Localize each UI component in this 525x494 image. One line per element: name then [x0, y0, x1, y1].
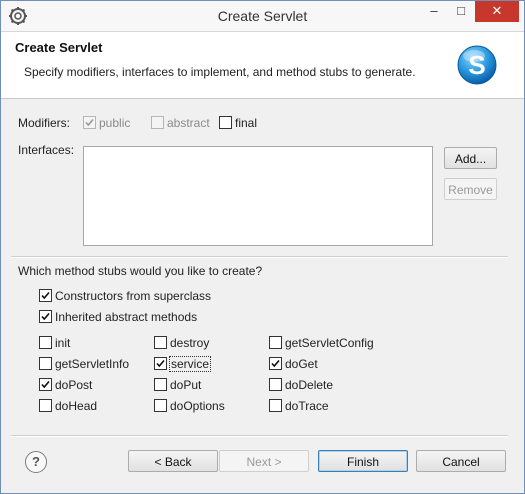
public-checkbox[interactable]: [83, 116, 96, 129]
doget-label: doGet: [285, 357, 318, 371]
final-label: final: [235, 116, 258, 130]
checkmark-icon: [41, 312, 50, 321]
service-checkbox[interactable]: [154, 357, 167, 370]
checkmark-icon: [85, 118, 94, 127]
dodelete-checkbox[interactable]: [269, 378, 282, 391]
abstract-checkbox[interactable]: [151, 116, 164, 129]
dotrace-label: doTrace: [285, 399, 329, 413]
checkmark-icon: [156, 359, 165, 368]
interfaces-list[interactable]: [83, 146, 433, 246]
dotrace-checkbox[interactable]: [269, 399, 282, 412]
title-bar: Create Servlet – □ ✕: [1, 1, 524, 32]
public-label: public: [99, 116, 131, 130]
doput-label: doPut: [170, 378, 202, 392]
constructors-checkbox[interactable]: [39, 289, 52, 302]
doget-checkbox[interactable]: [269, 357, 282, 370]
servlet-logo-icon: S: [457, 45, 497, 85]
finish-button[interactable]: Finish: [318, 450, 408, 472]
doput-checkbox[interactable]: [154, 378, 167, 391]
create-servlet-dialog: Create Servlet – □ ✕ Create Servlet Spec…: [0, 0, 525, 494]
abstract-label: abstract: [167, 116, 210, 130]
init-checkbox[interactable]: [39, 336, 52, 349]
footer-separator: [11, 435, 508, 437]
checkmark-icon: [41, 291, 50, 300]
dopost-label: doPost: [55, 378, 93, 392]
maximize-button[interactable]: □: [448, 1, 474, 22]
dopost-checkbox[interactable]: [39, 378, 52, 391]
init-label: init: [55, 336, 71, 350]
getservletconfig-checkbox[interactable]: [269, 336, 282, 349]
getservletinfo-checkbox[interactable]: [39, 357, 52, 370]
destroy-checkbox[interactable]: [154, 336, 167, 349]
modifiers-label: Modifiers:: [18, 116, 71, 130]
dohead-checkbox[interactable]: [39, 399, 52, 412]
minimize-button[interactable]: –: [420, 1, 448, 22]
wizard-header: Create Servlet Specify modifiers, interf…: [1, 32, 524, 99]
help-icon[interactable]: ?: [25, 451, 47, 473]
getservletinfo-label: getServletInfo: [55, 357, 130, 371]
checkmark-icon: [271, 359, 280, 368]
getservletconfig-label: getServletConfig: [285, 336, 374, 350]
inherited-abstract-label: Inherited abstract methods: [55, 310, 198, 324]
back-button[interactable]: < Back: [128, 450, 218, 472]
dooptions-label: doOptions: [170, 399, 225, 413]
page-title: Create Servlet: [15, 40, 103, 55]
dodelete-label: doDelete: [285, 378, 334, 392]
checkmark-icon: [41, 380, 50, 389]
servlet-logo-letter: S: [468, 50, 485, 80]
destroy-label: destroy: [170, 336, 210, 350]
page-description: Specify modifiers, interfaces to impleme…: [24, 65, 416, 79]
interfaces-label: Interfaces:: [18, 143, 75, 157]
dooptions-checkbox[interactable]: [154, 399, 167, 412]
next-button[interactable]: Next >: [219, 450, 309, 472]
close-button[interactable]: ✕: [475, 1, 519, 22]
dohead-label: doHead: [55, 399, 98, 413]
remove-interface-button[interactable]: Remove: [444, 178, 497, 200]
inherited-abstract-checkbox[interactable]: [39, 310, 52, 323]
add-interface-button[interactable]: Add...: [444, 147, 497, 169]
service-label: service: [169, 356, 212, 372]
method-stubs-question: Which method stubs would you like to cre…: [18, 264, 263, 278]
final-checkbox[interactable]: [219, 116, 232, 129]
constructors-label: Constructors from superclass: [55, 289, 212, 303]
cancel-button[interactable]: Cancel: [416, 450, 506, 472]
separator: [11, 256, 508, 258]
